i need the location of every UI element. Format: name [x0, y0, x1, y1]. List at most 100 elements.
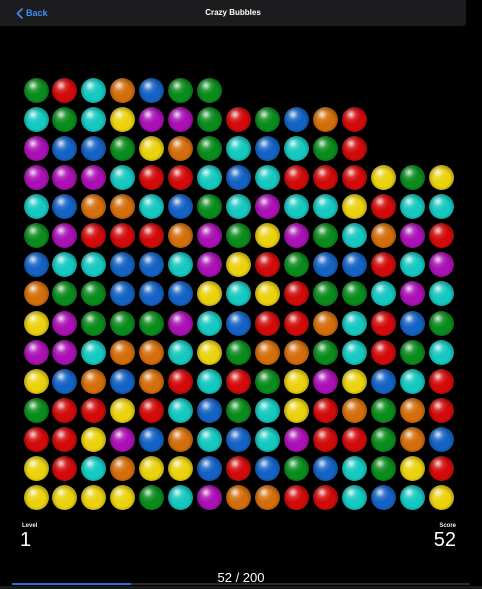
- cyan-bubble[interactable]: [341, 456, 367, 482]
- blue-bubble[interactable]: [255, 135, 281, 161]
- cyan-bubble[interactable]: [284, 194, 310, 220]
- blue-bubble[interactable]: [370, 368, 396, 394]
- blue-bubble[interactable]: [399, 310, 425, 336]
- blue-bubble[interactable]: [370, 485, 396, 511]
- magenta-bubble[interactable]: [139, 106, 165, 132]
- cyan-bubble[interactable]: [255, 427, 281, 453]
- red-bubble[interactable]: [139, 164, 165, 190]
- cyan-bubble[interactable]: [168, 485, 194, 511]
- yellow-bubble[interactable]: [23, 310, 49, 336]
- blue-bubble[interactable]: [52, 194, 78, 220]
- red-bubble[interactable]: [284, 310, 310, 336]
- blue-bubble[interactable]: [313, 456, 338, 482]
- red-bubble[interactable]: [341, 106, 367, 132]
- green-bubble[interactable]: [399, 339, 425, 365]
- green-bubble[interactable]: [110, 135, 136, 161]
- green-bubble[interactable]: [197, 77, 223, 103]
- orange-bubble[interactable]: [81, 194, 107, 220]
- magenta-bubble[interactable]: [399, 223, 425, 249]
- green-bubble[interactable]: [313, 339, 338, 365]
- yellow-bubble[interactable]: [110, 398, 136, 424]
- orange-bubble[interactable]: [399, 398, 425, 424]
- blue-bubble[interactable]: [313, 252, 338, 278]
- blue-bubble[interactable]: [52, 135, 78, 161]
- red-bubble[interactable]: [168, 368, 194, 394]
- orange-bubble[interactable]: [255, 485, 281, 511]
- yellow-bubble[interactable]: [341, 194, 367, 220]
- green-bubble[interactable]: [370, 427, 396, 453]
- red-bubble[interactable]: [284, 164, 310, 190]
- yellow-bubble[interactable]: [139, 456, 165, 482]
- magenta-bubble[interactable]: [428, 252, 454, 278]
- red-bubble[interactable]: [313, 427, 338, 453]
- cyan-bubble[interactable]: [81, 252, 107, 278]
- magenta-bubble[interactable]: [52, 310, 78, 336]
- cyan-bubble[interactable]: [226, 194, 252, 220]
- magenta-bubble[interactable]: [52, 223, 78, 249]
- green-bubble[interactable]: [226, 339, 252, 365]
- green-bubble[interactable]: [226, 223, 252, 249]
- orange-bubble[interactable]: [370, 223, 396, 249]
- red-bubble[interactable]: [313, 398, 338, 424]
- cyan-bubble[interactable]: [399, 485, 425, 511]
- red-bubble[interactable]: [52, 398, 78, 424]
- orange-bubble[interactable]: [23, 281, 49, 307]
- blue-bubble[interactable]: [226, 310, 252, 336]
- blue-bubble[interactable]: [110, 368, 136, 394]
- green-bubble[interactable]: [370, 456, 396, 482]
- green-bubble[interactable]: [197, 135, 223, 161]
- blue-bubble[interactable]: [139, 427, 165, 453]
- green-bubble[interactable]: [313, 281, 338, 307]
- cyan-bubble[interactable]: [399, 252, 425, 278]
- red-bubble[interactable]: [110, 223, 136, 249]
- green-bubble[interactable]: [284, 252, 310, 278]
- magenta-bubble[interactable]: [399, 281, 425, 307]
- green-bubble[interactable]: [23, 77, 49, 103]
- magenta-bubble[interactable]: [81, 164, 107, 190]
- yellow-bubble[interactable]: [226, 252, 252, 278]
- cyan-bubble[interactable]: [399, 194, 425, 220]
- blue-bubble[interactable]: [284, 106, 310, 132]
- red-bubble[interactable]: [341, 427, 367, 453]
- magenta-bubble[interactable]: [197, 252, 223, 278]
- yellow-bubble[interactable]: [255, 281, 281, 307]
- yellow-bubble[interactable]: [197, 339, 223, 365]
- cyan-bubble[interactable]: [110, 164, 136, 190]
- green-bubble[interactable]: [52, 106, 78, 132]
- yellow-bubble[interactable]: [81, 485, 107, 511]
- blue-bubble[interactable]: [52, 368, 78, 394]
- orange-bubble[interactable]: [110, 456, 136, 482]
- magenta-bubble[interactable]: [197, 223, 223, 249]
- magenta-bubble[interactable]: [197, 485, 223, 511]
- cyan-bubble[interactable]: [284, 135, 310, 161]
- green-bubble[interactable]: [81, 281, 107, 307]
- orange-bubble[interactable]: [284, 339, 310, 365]
- blue-bubble[interactable]: [139, 281, 165, 307]
- cyan-bubble[interactable]: [428, 281, 454, 307]
- cyan-bubble[interactable]: [428, 339, 454, 365]
- red-bubble[interactable]: [313, 485, 338, 511]
- yellow-bubble[interactable]: [23, 456, 49, 482]
- green-bubble[interactable]: [168, 77, 194, 103]
- green-bubble[interactable]: [226, 398, 252, 424]
- green-bubble[interactable]: [197, 106, 223, 132]
- yellow-bubble[interactable]: [399, 456, 425, 482]
- cyan-bubble[interactable]: [255, 164, 281, 190]
- blue-bubble[interactable]: [428, 427, 454, 453]
- blue-bubble[interactable]: [197, 456, 223, 482]
- red-bubble[interactable]: [428, 456, 454, 482]
- green-bubble[interactable]: [341, 281, 367, 307]
- yellow-bubble[interactable]: [370, 164, 396, 190]
- cyan-bubble[interactable]: [197, 164, 223, 190]
- red-bubble[interactable]: [52, 77, 78, 103]
- red-bubble[interactable]: [284, 281, 310, 307]
- red-bubble[interactable]: [428, 223, 454, 249]
- cyan-bubble[interactable]: [23, 106, 49, 132]
- magenta-bubble[interactable]: [168, 106, 194, 132]
- blue-bubble[interactable]: [81, 135, 107, 161]
- red-bubble[interactable]: [168, 164, 194, 190]
- yellow-bubble[interactable]: [284, 368, 310, 394]
- cyan-bubble[interactable]: [81, 106, 107, 132]
- green-bubble[interactable]: [23, 223, 49, 249]
- yellow-bubble[interactable]: [110, 106, 136, 132]
